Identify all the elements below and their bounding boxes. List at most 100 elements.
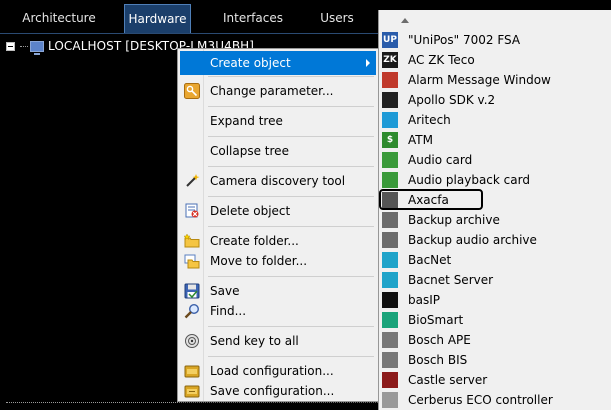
broadcast-icon: [184, 333, 200, 349]
icon-glyph: $: [386, 135, 394, 145]
menu-item-label: Save: [210, 284, 240, 298]
menu-separator: [208, 356, 374, 357]
castle-server-icon: [382, 372, 398, 388]
submenu-item-label: Apollo SDK v.2: [408, 93, 496, 107]
submenu-item-label: BioSmart: [408, 313, 464, 327]
submenu-item-label: Backup archive: [408, 213, 500, 227]
audio-card-icon: [382, 152, 398, 168]
submenu-item[interactable]: Backup audio archive: [379, 230, 611, 250]
submenu-item-label: ATM: [408, 133, 433, 147]
tab-interfaces[interactable]: Interfaces: [212, 4, 294, 34]
bacnet-icon: [382, 252, 398, 268]
highlight-outline: [379, 189, 483, 210]
submenu-item[interactable]: Alarm Message Window: [379, 70, 611, 90]
icon-glyph: UP: [383, 35, 397, 45]
menu-separator: [208, 166, 374, 167]
submenu-item[interactable]: Bacnet Server: [379, 270, 611, 290]
submenu-item[interactable]: $ ATM: [379, 130, 611, 150]
menu-item-label: Load configuration...: [210, 364, 334, 378]
bosch-bis-icon: [382, 352, 398, 368]
menu-item-label: Save configuration...: [210, 384, 335, 398]
tab-hardware[interactable]: Hardware: [124, 4, 191, 34]
submenu-item[interactable]: Axacfa: [379, 189, 611, 210]
submenu-item-label: Audio playback card: [408, 173, 530, 187]
menu-item-move-to-folder[interactable]: Move to folder...: [180, 249, 376, 273]
load-config-icon: [184, 363, 200, 379]
tree-connector: [20, 45, 28, 47]
bacnet-server-icon: [382, 272, 398, 288]
menu-item-collapse-tree[interactable]: Collapse tree: [180, 139, 376, 163]
menu-separator: [208, 276, 374, 277]
submenu-item-label: Bosch BIS: [408, 353, 468, 367]
menu-item-camera-discovery[interactable]: Camera discovery tool: [180, 169, 376, 193]
menu-item-label: Expand tree: [210, 114, 283, 128]
submenu-item[interactable]: BioSmart: [379, 310, 611, 330]
biosmart-icon: [382, 312, 398, 328]
alarm-window-icon: [382, 72, 398, 88]
submenu-item[interactable]: Apollo SDK v.2: [379, 90, 611, 110]
tab-architecture[interactable]: Architecture: [14, 4, 104, 34]
apollo-icon: [382, 92, 398, 108]
blank-icon: [184, 55, 200, 71]
menu-item-label: Send key to all: [210, 334, 299, 348]
submenu-item[interactable]: ZK AC ZK Teco: [379, 50, 611, 70]
menu-item-label: Create object: [210, 56, 291, 70]
submenu-item[interactable]: Audio playback card: [379, 170, 611, 190]
submenu-item[interactable]: BacNet: [379, 250, 611, 270]
menu-item-label: Delete object: [210, 204, 291, 218]
submenu-item[interactable]: Backup archive: [379, 210, 611, 230]
bosch-ape-icon: [382, 332, 398, 348]
menu-item-label: Move to folder...: [210, 254, 308, 268]
basip-icon: [382, 292, 398, 308]
aritech-icon: [382, 112, 398, 128]
scroll-up-icon[interactable]: [401, 18, 409, 23]
menu-separator: [208, 196, 374, 197]
submenu-item[interactable]: Aritech: [379, 110, 611, 130]
save-icon: [184, 283, 200, 299]
icon-glyph: ZK: [383, 55, 397, 65]
submenu-item-label: Audio card: [408, 153, 473, 167]
menu-item-create-object[interactable]: Create object: [180, 51, 376, 75]
menu-item-expand-tree[interactable]: Expand tree: [180, 109, 376, 133]
menu-item-delete-object[interactable]: Delete object: [180, 199, 376, 223]
submenu-item[interactable]: Audio card: [379, 150, 611, 170]
unipos-icon: UP: [382, 32, 398, 48]
menu-separator: [208, 326, 374, 327]
submenu-item-label: AC ZK Teco: [408, 53, 475, 67]
save-config-icon: [184, 383, 200, 399]
submenu-item[interactable]: Castle server: [379, 370, 611, 390]
delete-icon: [184, 203, 200, 219]
submenu-item[interactable]: Bosch BIS: [379, 350, 611, 370]
backup-audio-icon: [382, 232, 398, 248]
submenu-item[interactable]: Bosch APE: [379, 330, 611, 350]
submenu-item-label: Castle server: [408, 373, 488, 387]
menu-separator: [208, 136, 374, 137]
collapse-icon[interactable]: [6, 41, 15, 51]
menu-item-send-key[interactable]: Send key to all: [180, 329, 376, 353]
submenu-item-label: Aritech: [408, 113, 451, 127]
magnifier-icon: [184, 303, 200, 319]
submenu-item-label: Bacnet Server: [408, 273, 494, 287]
tab-users[interactable]: Users: [308, 4, 366, 34]
menu-item-save-configuration[interactable]: Save configuration...: [180, 379, 376, 403]
submenu-item-label: Bosch APE: [408, 333, 471, 347]
audio-playback-icon: [382, 172, 398, 188]
blank-icon: [184, 113, 200, 129]
menu-separator: [208, 76, 374, 77]
blank-icon: [184, 143, 200, 159]
menu-item-change-parameter[interactable]: Change parameter...: [180, 79, 376, 103]
submenu-item-label: Alarm Message Window: [408, 73, 551, 87]
menu-item-label: Change parameter...: [210, 84, 334, 98]
menu-item-label: Create folder...: [210, 234, 299, 248]
menu-item-find[interactable]: Find...: [180, 299, 376, 323]
submenu-item[interactable]: basIP: [379, 290, 611, 310]
menu-item-label: Collapse tree: [210, 144, 289, 158]
new-folder-icon: [184, 233, 200, 249]
submenu-item[interactable]: UP "UniPos" 7002 FSA: [379, 30, 611, 50]
computer-icon: [30, 40, 44, 55]
menu-item-label: Find...: [210, 304, 247, 318]
submenu-item-label: Cerberus ECO controller: [408, 393, 553, 407]
submenu-item[interactable]: Cerberus ECO controller: [379, 390, 611, 410]
wand-icon: [184, 173, 200, 189]
submenu-item-label: "UniPos" 7002 FSA: [408, 33, 521, 47]
